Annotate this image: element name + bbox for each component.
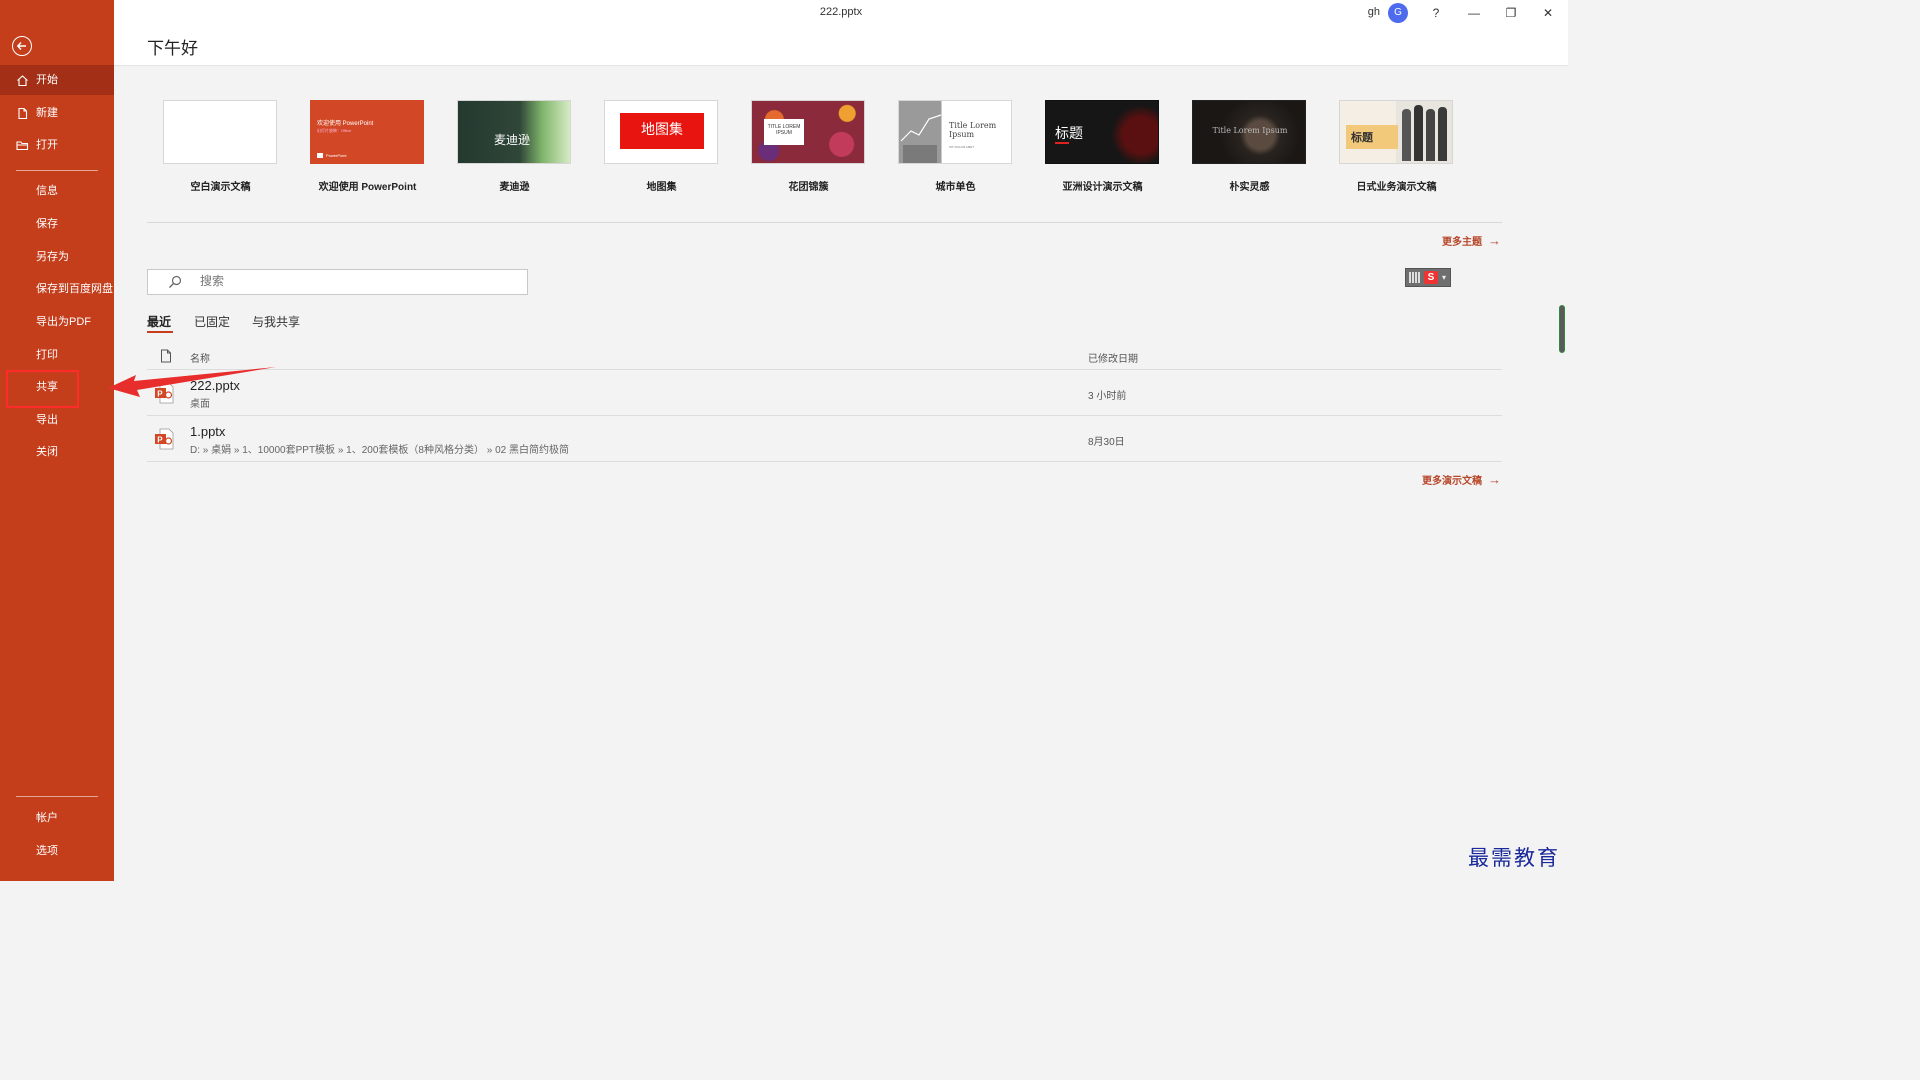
scrollbar-thumb[interactable]	[1559, 305, 1565, 353]
document-title: 222.pptx	[819, 6, 863, 18]
template-label: 花团锦簇	[788, 182, 829, 193]
person-figure	[1438, 107, 1447, 161]
template-label: 日式业务演示文稿	[1356, 182, 1437, 193]
home-header: 下午好	[114, 28, 1568, 66]
person-figure	[1426, 109, 1435, 161]
sidebar-item-options[interactable]: 选项	[0, 836, 114, 866]
thumbnail-subtitle: SIT DOLOR AMET	[949, 145, 975, 149]
template-asian-design[interactable]: 标题 亚洲设计演示文稿	[1045, 100, 1160, 193]
template-thumbnail: 欢迎使用 PowerPoint 幻灯片放映：Office PowerPoint	[310, 100, 424, 164]
file-path: D: » 桌娟 » 1、10000套PPT模板 » 1、200套模板（8种风格分…	[190, 445, 569, 456]
template-label: 城市单色	[935, 182, 976, 193]
close-button[interactable]: ✕	[1536, 4, 1560, 22]
divider	[147, 222, 1502, 223]
sidebar-item-account[interactable]: 帐户	[0, 803, 114, 833]
thumbnail-title: 麦迪逊	[494, 133, 531, 147]
sidebar-item-close[interactable]: 关闭	[0, 437, 114, 467]
template-welcome[interactable]: 欢迎使用 PowerPoint 幻灯片放映：Office PowerPoint …	[310, 100, 425, 193]
template-thumbnail: TITLE LOREM IPSUM	[751, 100, 865, 164]
template-thumbnail: 麦迪逊	[457, 100, 571, 164]
template-label: 亚洲设计演示文稿	[1062, 182, 1143, 193]
file-name: 1.pptx	[190, 424, 226, 439]
template-label: 地图集	[646, 182, 677, 193]
row-divider	[147, 415, 1502, 416]
arrow-right-icon: →	[1488, 233, 1501, 248]
thumbnail-title: 标题	[1055, 125, 1083, 141]
thumbnail-title: Title Lorem Ipsum	[1212, 126, 1288, 135]
more-themes-link[interactable]: 更多主题 →	[1442, 233, 1501, 248]
powerpoint-file-icon: P	[155, 428, 174, 450]
thumbnail-title: Title Lorem Ipsum	[949, 121, 997, 139]
thumbnail-brand: PowerPoint	[326, 153, 347, 158]
thumbnail-accent	[1055, 142, 1069, 144]
template-label: 欢迎使用 PowerPoint	[318, 182, 417, 193]
svg-text:P: P	[157, 436, 163, 445]
person-figure	[1414, 105, 1423, 161]
thumbnail-title: 地图集	[641, 121, 683, 137]
template-label: 麦迪逊	[499, 182, 530, 193]
annotation-arrow-icon	[108, 367, 276, 397]
person-figure	[1402, 109, 1411, 161]
template-plain-inspiration[interactable]: Title Lorem Ipsum 朴实灵感	[1192, 100, 1307, 193]
minimize-button[interactable]: —	[1462, 4, 1486, 22]
more-themes-label: 更多主题	[1442, 237, 1482, 248]
avatar[interactable]: G	[1388, 3, 1408, 23]
thumbnail-title: TITLE LOREM IPSUM	[767, 124, 801, 136]
more-presentations-label: 更多演示文稿	[1422, 476, 1482, 487]
template-thumbnail: 标题	[1045, 100, 1159, 164]
chart-decoration-icon	[900, 114, 942, 163]
ime-toolbar[interactable]: S ▾	[1405, 268, 1451, 287]
template-floral[interactable]: TITLE LOREM IPSUM 花团锦簇	[751, 100, 866, 193]
thumbnail-subtitle: 幻灯片放映：Office	[317, 128, 352, 133]
sidebar-item-label: 关闭	[36, 446, 58, 458]
file-date: 3 小时前	[1088, 391, 1127, 402]
row-divider	[147, 461, 1502, 462]
template-thumbnail: Title Lorem Ipsum	[1192, 100, 1306, 164]
user-name[interactable]: gh	[1368, 6, 1380, 18]
sogou-s-icon: S	[1424, 271, 1438, 284]
template-japanese-business[interactable]: 标题 日式业务演示文稿	[1339, 100, 1454, 193]
template-thumbnail: 标题	[1339, 100, 1453, 164]
template-thumbnail: 地图集	[604, 100, 718, 164]
powerpoint-logo-icon	[317, 153, 323, 158]
template-atlas[interactable]: 地图集 地图集	[604, 100, 719, 193]
sidebar-item-label: 帐户	[36, 812, 58, 824]
arrow-right-icon: →	[1488, 472, 1501, 487]
sidebar-item-label: 选项	[36, 845, 58, 857]
more-presentations-link[interactable]: 更多演示文稿 →	[1422, 472, 1501, 487]
watermark: 最需教育	[1468, 846, 1560, 870]
template-label: 朴实灵感	[1229, 182, 1270, 193]
sidebar-divider	[16, 796, 98, 797]
file-date: 8月30日	[1088, 437, 1125, 448]
title-bar: 222.pptx gh G ? — ❐ ✕	[114, 0, 1568, 28]
thumbnail-title: 欢迎使用 PowerPoint	[317, 121, 374, 127]
help-button[interactable]: ?	[1424, 4, 1448, 22]
keyboard-icon	[1409, 272, 1421, 283]
template-thumbnail: Title Lorem Ipsum SIT DOLOR AMET	[898, 100, 1012, 164]
chevron-down-icon: ▾	[1442, 273, 1447, 282]
column-header-modified[interactable]: 已修改日期	[1088, 350, 1138, 365]
restore-button[interactable]: ❐	[1499, 4, 1523, 22]
thumbnail-title: 标题	[1351, 132, 1373, 144]
row-divider	[147, 369, 1502, 370]
template-madison[interactable]: 麦迪逊 麦迪逊	[457, 100, 572, 193]
template-city-mono[interactable]: Title Lorem Ipsum SIT DOLOR AMET 城市单色	[898, 100, 1013, 193]
